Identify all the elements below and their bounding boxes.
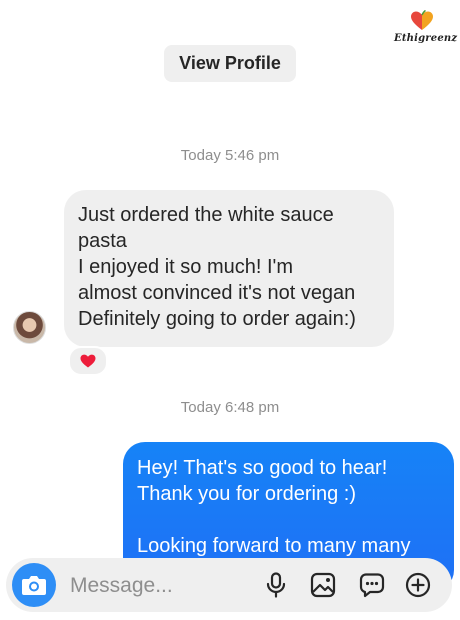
message-line: I enjoyed it so much! I'm xyxy=(78,256,294,278)
plus-icon xyxy=(405,572,431,598)
camera-icon xyxy=(22,576,46,595)
microphone-button[interactable] xyxy=(261,570,291,600)
message-line: Thank you for ordering :) xyxy=(137,483,356,505)
message-line: Looking forward to many many xyxy=(137,535,411,557)
heart-logo-icon xyxy=(411,10,433,30)
sticker-icon xyxy=(359,573,385,598)
incoming-message-bubble[interactable]: Just ordered the white sauce pasta I enj… xyxy=(64,190,394,347)
heart-reaction-badge[interactable] xyxy=(68,346,108,376)
microphone-icon xyxy=(266,572,286,598)
heart-icon xyxy=(80,354,96,368)
brand-logo: Ethigreenz xyxy=(394,10,458,56)
view-profile-button[interactable]: View Profile xyxy=(164,45,296,82)
sender-avatar[interactable] xyxy=(13,311,46,344)
message-input[interactable] xyxy=(68,570,252,602)
brand-logo-text: Ethigreenz xyxy=(394,33,458,44)
message-line xyxy=(137,507,440,533)
message-line: Just ordered the white sauce xyxy=(78,204,334,226)
gallery-icon xyxy=(310,572,336,598)
message-timestamp: Today 6:48 pm xyxy=(180,399,280,416)
message-line: Hey! That's so good to hear! xyxy=(137,457,388,479)
message-timestamp: Today 5:46 pm xyxy=(180,147,280,164)
message-line: Definitely going to order again:) xyxy=(78,308,356,330)
gallery-button[interactable] xyxy=(308,570,338,600)
message-line: almost convinced it's not vegan xyxy=(78,282,356,304)
message-line: pasta xyxy=(78,230,127,252)
camera-button[interactable] xyxy=(12,563,56,607)
add-button[interactable] xyxy=(403,570,433,600)
message-composer xyxy=(6,558,452,612)
sticker-button[interactable] xyxy=(357,570,387,600)
